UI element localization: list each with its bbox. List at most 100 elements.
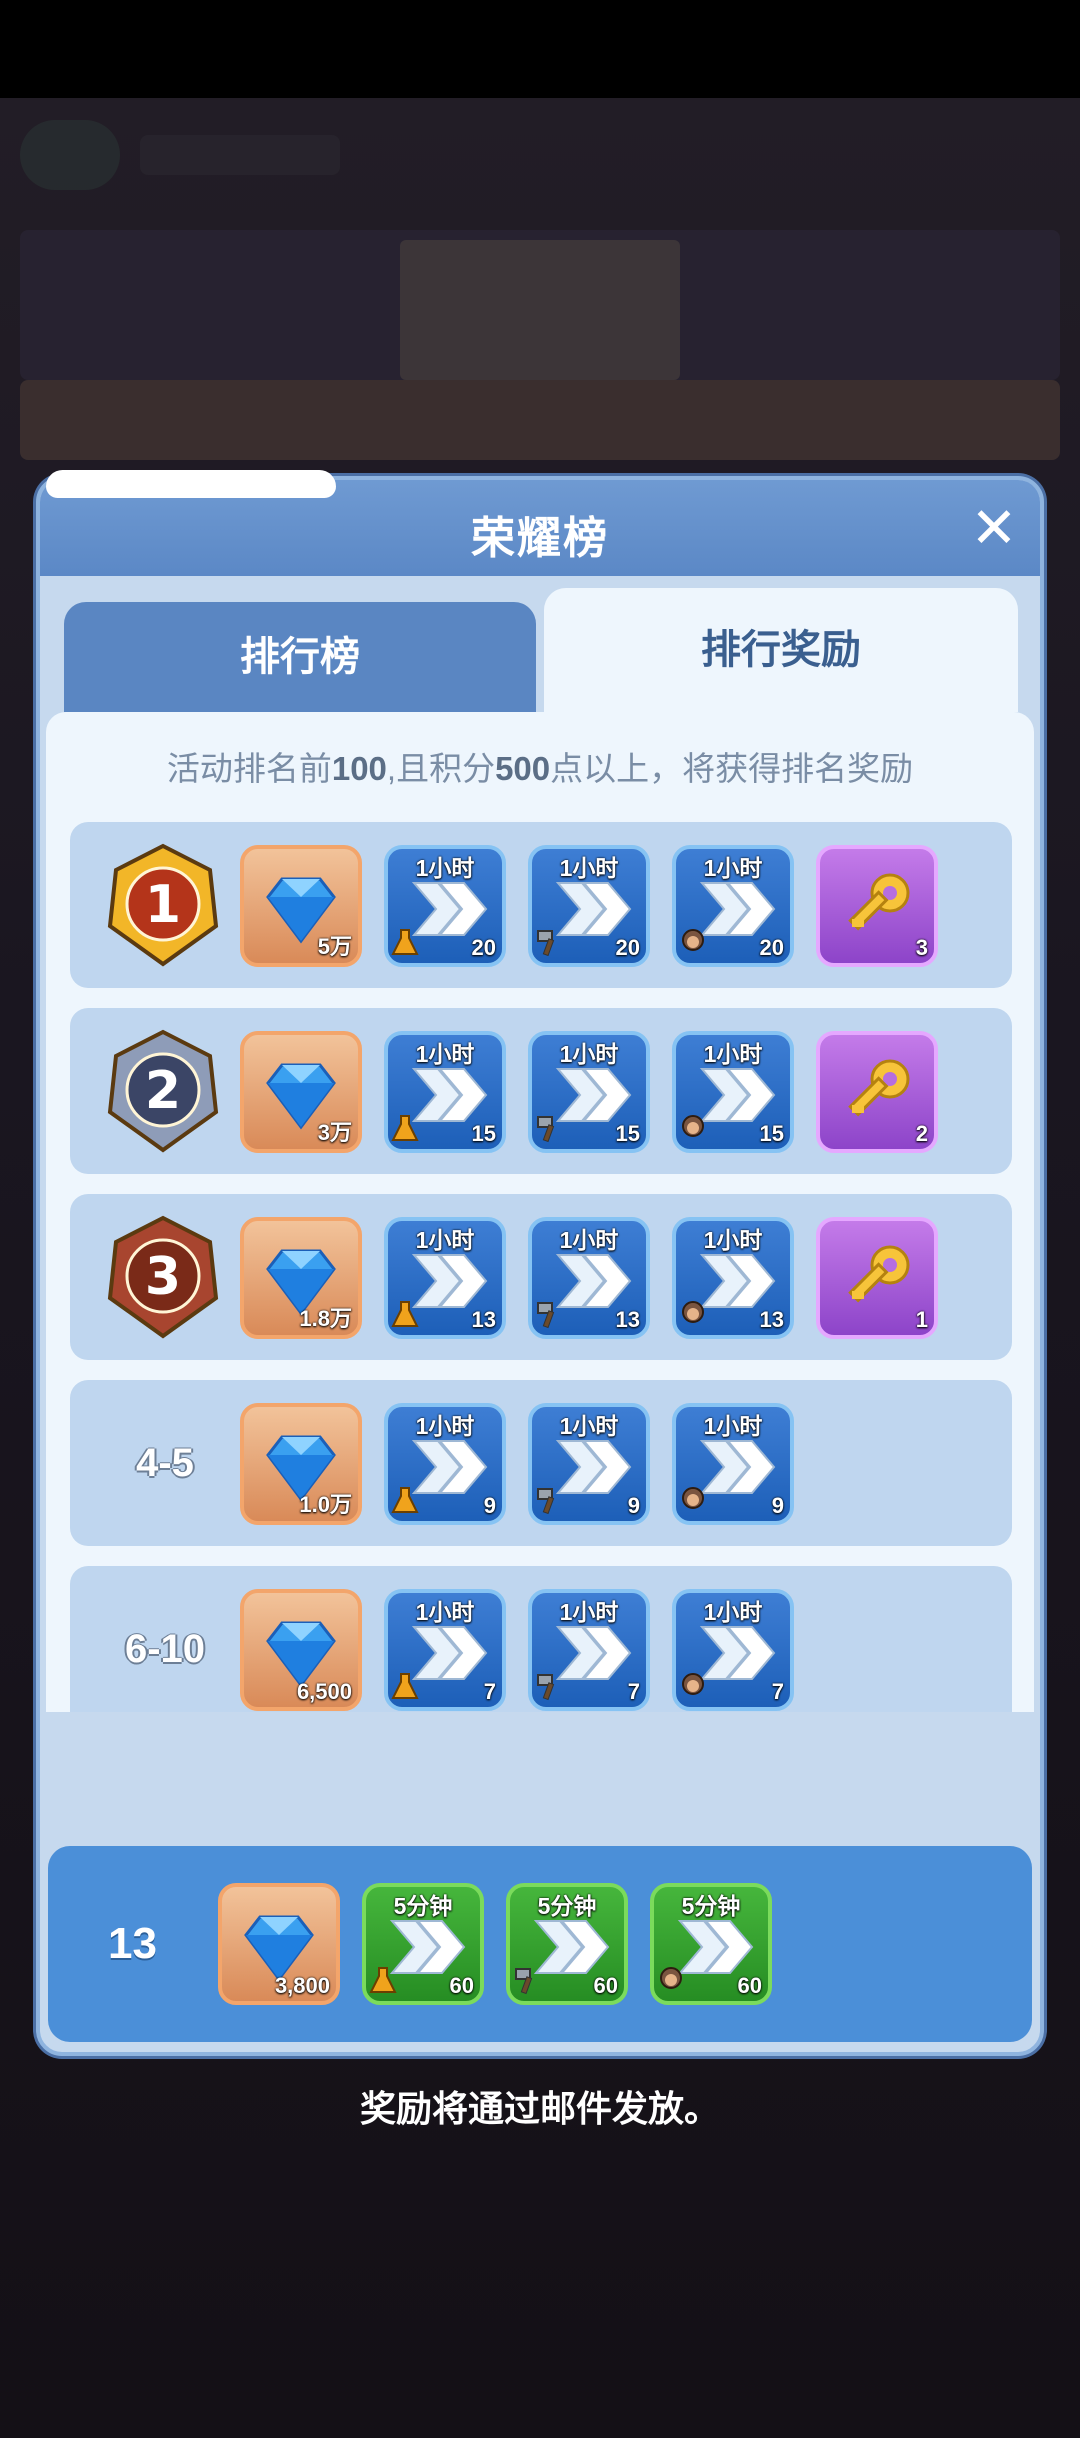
duration-tag: 5分钟	[681, 1893, 741, 1919]
speedup-build-reward[interactable]: 1小时 7	[528, 1589, 650, 1711]
reward-quantity: 60	[449, 1973, 474, 1998]
reward-quantity: 60	[593, 1973, 618, 1998]
flask-icon	[390, 1113, 420, 1143]
speedup-build-reward[interactable]: 1小时 15	[528, 1031, 650, 1153]
rank-reward-row: 4-5 1.0万 1小时 9 1小时 9 1小时 9	[70, 1380, 1012, 1546]
duration-tag: 5分钟	[537, 1893, 597, 1919]
hammer-icon	[534, 1671, 564, 1701]
reward-quantity: 13	[615, 1307, 640, 1332]
diamond-reward[interactable]: 3,800	[218, 1883, 340, 2005]
tab-leaderboard[interactable]: 排行榜	[64, 602, 536, 712]
background-title	[140, 135, 340, 175]
speedup-train-reward[interactable]: 1小时 13	[672, 1217, 794, 1339]
info-prefix: 活动排名前	[166, 750, 332, 787]
reward-quantity: 7	[627, 1679, 640, 1704]
reward-condition-text: 活动排名前100,且积分500点以上，将获得排名奖励	[46, 742, 1034, 790]
soldier-icon	[678, 1113, 708, 1143]
diamond-reward[interactable]: 1.8万	[240, 1217, 362, 1339]
snow-decoration	[46, 470, 336, 498]
hammer-icon	[534, 1485, 564, 1515]
speedup-lab-reward[interactable]: 5分钟 60	[362, 1883, 484, 2005]
speedup-lab-reward[interactable]: 1小时 9	[384, 1403, 506, 1525]
reward-quantity: 13	[759, 1307, 784, 1332]
duration-tag: 1小时	[559, 1041, 619, 1067]
reward-quantity: 15	[759, 1121, 784, 1146]
speedup-train-reward[interactable]: 1小时 20	[672, 845, 794, 967]
reward-quantity: 15	[615, 1121, 640, 1146]
soldier-icon	[678, 1671, 708, 1701]
tab-label: 排行榜	[240, 635, 360, 679]
reward-quantity: 9	[483, 1493, 496, 1518]
soldier-icon	[656, 1965, 686, 1995]
duration-tag: 1小时	[559, 1227, 619, 1253]
status-bar	[0, 0, 1080, 98]
speedup-build-reward[interactable]: 1小时 9	[528, 1403, 650, 1525]
duration-tag: 1小时	[415, 1413, 475, 1439]
footer-note: 奖励将通过邮件发放。	[359, 2088, 720, 2129]
flask-icon	[368, 1965, 398, 1995]
speedup-build-reward[interactable]: 1小时 20	[528, 845, 650, 967]
hammer-icon	[534, 1113, 564, 1143]
speedup-train-reward[interactable]: 1小时 9	[672, 1403, 794, 1525]
duration-tag: 1小时	[703, 855, 763, 881]
flask-icon	[390, 927, 420, 957]
speedup-lab-reward[interactable]: 1小时 15	[384, 1031, 506, 1153]
rewards-list[interactable]: 活动排名前100,且积分500点以上，将获得排名奖励 1 5万 1小时 20 1小时 20…	[46, 712, 1034, 1712]
background-icon	[20, 120, 120, 190]
flask-icon	[390, 1299, 420, 1329]
key-reward[interactable]: 1	[816, 1217, 938, 1339]
svg-text:3: 3	[145, 1247, 181, 1307]
soldier-icon	[678, 1299, 708, 1329]
key-icon	[834, 869, 920, 949]
diamond-reward[interactable]: 1.0万	[240, 1403, 362, 1525]
speedup-train-reward[interactable]: 1小时 15	[672, 1031, 794, 1153]
speedup-build-reward[interactable]: 5分钟 60	[506, 1883, 628, 2005]
svg-text:2: 2	[145, 1061, 181, 1121]
rank-reward-row: 1 5万 1小时 20 1小时 20 1小时 20 3	[70, 822, 1012, 988]
diamond-reward[interactable]: 3万	[240, 1031, 362, 1153]
speedup-train-reward[interactable]: 5分钟 60	[650, 1883, 772, 2005]
key-icon	[834, 1241, 920, 1321]
reward-quantity: 3,800	[274, 1973, 330, 1998]
close-icon[interactable]: ✕	[966, 500, 1022, 556]
rank-range-label: 4-5	[136, 1441, 194, 1485]
speedup-lab-reward[interactable]: 1小时 13	[384, 1217, 506, 1339]
reward-quantity: 1.8万	[299, 1306, 352, 1331]
speedup-train-reward[interactable]: 1小时 7	[672, 1589, 794, 1711]
background-banner	[20, 380, 1060, 460]
reward-quantity: 3	[915, 935, 928, 960]
info-points: 500	[495, 750, 551, 787]
duration-tag: 1小时	[703, 1227, 763, 1253]
key-reward[interactable]: 2	[816, 1031, 938, 1153]
reward-quantity: 7	[771, 1679, 784, 1704]
reward-quantity: 7	[483, 1679, 496, 1704]
flask-icon	[390, 1671, 420, 1701]
tab-rank-rewards[interactable]: 排行奖励	[544, 588, 1018, 712]
duration-tag: 1小时	[703, 1599, 763, 1625]
reward-quantity: 1.0万	[299, 1492, 352, 1517]
background-image	[400, 240, 680, 380]
reward-quantity: 3万	[317, 1120, 352, 1145]
reward-quantity: 5万	[317, 934, 352, 959]
flask-icon	[390, 1485, 420, 1515]
speedup-build-reward[interactable]: 1小时 13	[528, 1217, 650, 1339]
reward-quantity: 9	[627, 1493, 640, 1518]
hammer-icon	[512, 1965, 542, 1995]
duration-tag: 1小时	[703, 1041, 763, 1067]
my-rank-number: 13	[108, 1919, 157, 1968]
key-reward[interactable]: 3	[816, 845, 938, 967]
diamond-reward[interactable]: 5万	[240, 845, 362, 967]
soldier-icon	[678, 1485, 708, 1515]
rank-reward-row: 3 1.8万 1小时 13 1小时 13 1小时 13 1	[70, 1194, 1012, 1360]
reward-quantity: 1	[915, 1307, 928, 1332]
duration-tag: 1小时	[559, 1599, 619, 1625]
svg-text:1: 1	[145, 875, 181, 935]
reward-quantity: 60	[737, 1973, 762, 1998]
speedup-lab-reward[interactable]: 1小时 7	[384, 1589, 506, 1711]
rank-silver-badge-icon: 2	[98, 1026, 228, 1156]
duration-tag: 1小时	[703, 1413, 763, 1439]
reward-quantity: 20	[615, 935, 640, 960]
diamond-reward[interactable]: 6,500	[240, 1589, 362, 1711]
speedup-lab-reward[interactable]: 1小时 20	[384, 845, 506, 967]
key-icon	[834, 1055, 920, 1135]
